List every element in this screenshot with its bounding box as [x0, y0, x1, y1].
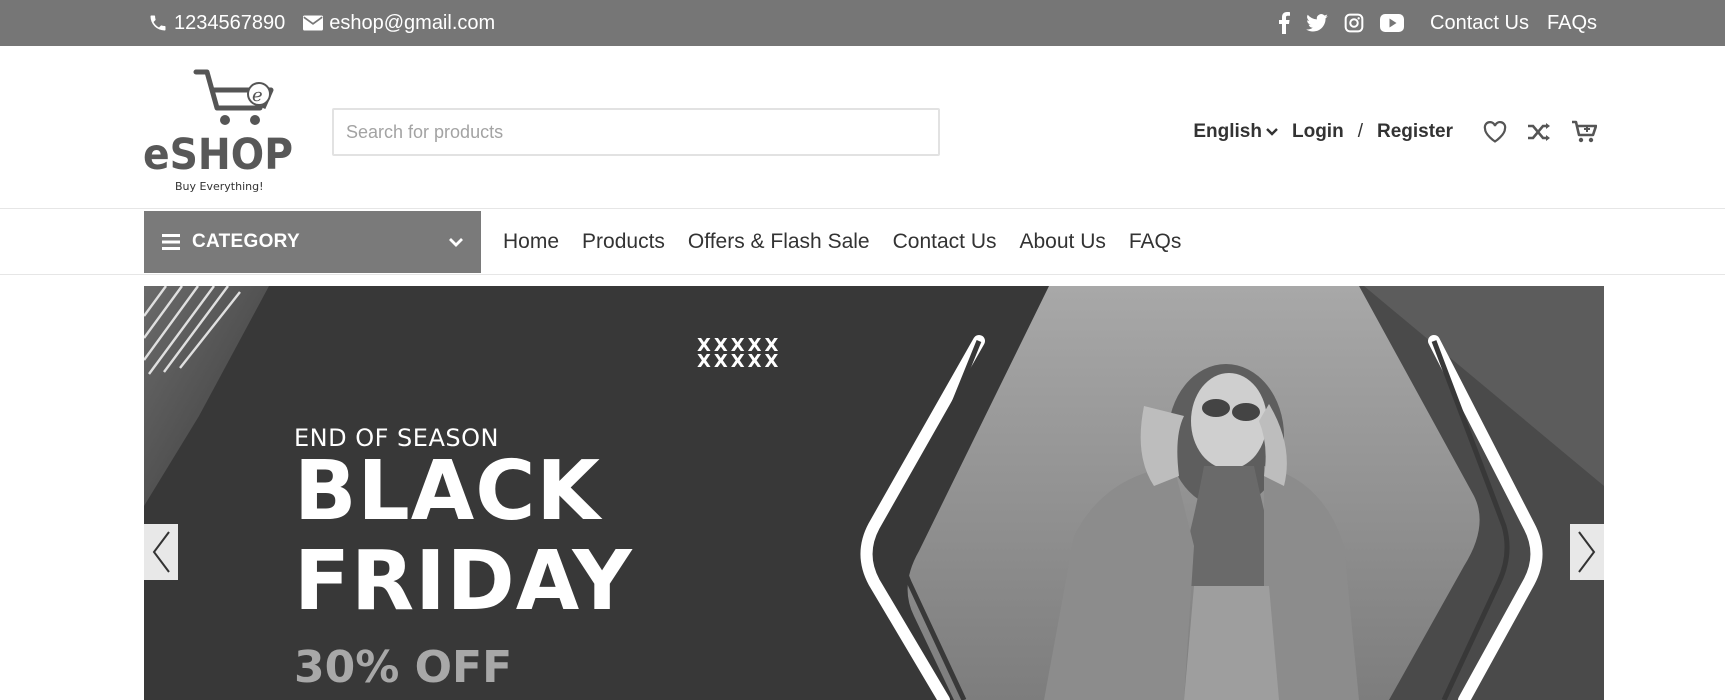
main-header: e eSHOP Buy Everything! English Login / … — [0, 46, 1725, 209]
login-link[interactable]: Login — [1292, 121, 1344, 143]
nav-about-us[interactable]: About Us — [1019, 230, 1105, 254]
email-address: eshop@gmail.com — [329, 11, 496, 34]
main-navigation: CATEGORY Home Products Offers & Flash Sa… — [0, 209, 1725, 275]
language-selector[interactable]: English — [1193, 121, 1278, 143]
nav-links: Home Products Offers & Flash Sale Contac… — [503, 209, 1181, 275]
social-links — [1278, 12, 1405, 34]
chevron-down-icon — [1266, 128, 1278, 136]
category-dropdown[interactable]: CATEGORY — [144, 211, 481, 273]
header-icons — [1483, 120, 1597, 144]
topbar-right: Contact Us FAQs — [1278, 0, 1597, 46]
hero-banner[interactable]: XXXXX XXXXX END OF SEASON BLACK FRIDAY 3… — [144, 286, 1604, 700]
banner-title-line2: FRIDAY — [294, 534, 633, 629]
banner-discount: 30% OFF — [294, 642, 513, 693]
nav-home[interactable]: Home — [503, 230, 559, 254]
carousel-next-button[interactable] — [1570, 524, 1604, 580]
facebook-icon[interactable] — [1278, 12, 1291, 34]
contact-info: 1234567890 eshop@gmail.com — [148, 0, 495, 46]
envelope-icon — [303, 15, 324, 31]
decoration-row-2: XXXXX — [697, 351, 782, 372]
phone-icon — [150, 15, 166, 31]
nav-offers-flash-sale[interactable]: Offers & Flash Sale — [688, 230, 870, 254]
topbar-contact-link[interactable]: Contact Us — [1430, 12, 1529, 35]
topbar-faqs-link[interactable]: FAQs — [1547, 12, 1597, 35]
carousel-prev-button[interactable] — [144, 524, 178, 580]
register-link[interactable]: Register — [1377, 121, 1453, 143]
chevron-down-icon — [449, 237, 463, 247]
category-label: CATEGORY — [192, 231, 300, 252]
eshop-logo[interactable]: e eSHOP Buy Everything! — [143, 60, 298, 195]
chevron-right-icon — [1578, 531, 1596, 573]
hamburger-icon — [162, 234, 180, 250]
phone-contact[interactable]: 1234567890 — [148, 12, 285, 35]
header-actions: English Login / Register — [1193, 108, 1597, 156]
cart-icon[interactable] — [1571, 120, 1597, 144]
nav-faqs[interactable]: FAQs — [1129, 230, 1182, 254]
shuffle-icon[interactable] — [1527, 122, 1551, 142]
nav-products[interactable]: Products — [582, 230, 665, 254]
logo-wordmark: eSHOP — [143, 130, 293, 180]
email-contact[interactable]: eshop@gmail.com — [303, 12, 495, 35]
login-separator: / — [1357, 121, 1363, 142]
heart-icon[interactable] — [1483, 121, 1507, 143]
chevron-left-icon — [152, 531, 170, 573]
youtube-icon[interactable] — [1380, 14, 1405, 32]
logo-tagline: Buy Everything! — [175, 180, 264, 193]
phone-number: 1234567890 — [174, 11, 286, 34]
instagram-icon[interactable] — [1344, 13, 1364, 33]
twitter-icon[interactable] — [1306, 14, 1328, 32]
nav-contact-us[interactable]: Contact Us — [893, 230, 997, 254]
banner-title-line1: BLACK — [294, 444, 601, 539]
svg-text:e: e — [252, 85, 263, 106]
banner-decoration: XXXXX XXXXX — [697, 337, 782, 372]
language-label: English — [1193, 121, 1262, 142]
top-bar: 1234567890 eshop@gmail.com Contact Us FA… — [0, 0, 1725, 46]
search-input[interactable] — [332, 108, 940, 156]
